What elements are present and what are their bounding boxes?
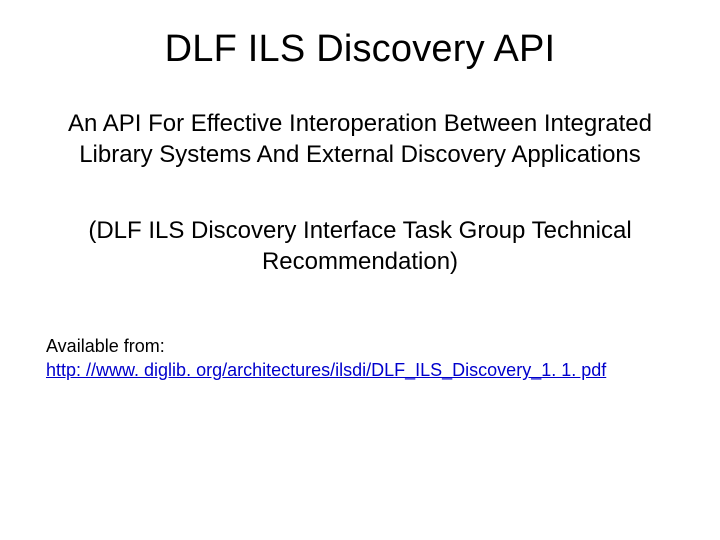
- slide: DLF ILS Discovery API An API For Effecti…: [0, 0, 720, 540]
- source-link[interactable]: http: //www. diglib. org/architectures/i…: [46, 360, 606, 380]
- slide-parenthetical: (DLF ILS Discovery Interface Task Group …: [40, 216, 680, 277]
- available-label: Available from:: [46, 336, 165, 356]
- slide-subtitle: An API For Effective Interoperation Betw…: [40, 109, 680, 170]
- available-block: Available from: http: //www. diglib. org…: [40, 334, 680, 383]
- slide-title: DLF ILS Discovery API: [40, 28, 680, 71]
